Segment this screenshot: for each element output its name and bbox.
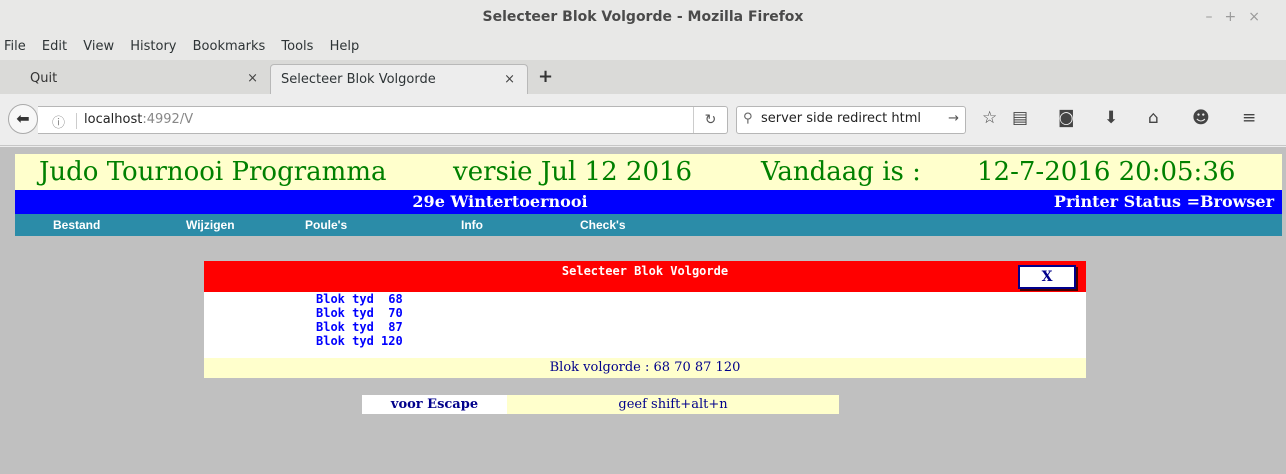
- tab-label: Quit: [30, 71, 58, 86]
- menu-help[interactable]: Help: [330, 34, 360, 60]
- menu-edit[interactable]: Edit: [42, 34, 67, 60]
- search-input[interactable]: [761, 111, 943, 126]
- version-label: versie Jul 12 2016: [453, 157, 693, 187]
- download-icon[interactable]: ⬇: [1104, 108, 1118, 128]
- tab-quit[interactable]: Quit ×: [20, 64, 270, 94]
- url-path: :4992/V: [142, 112, 194, 127]
- menu-tools[interactable]: Tools: [281, 34, 313, 60]
- reading-list-icon[interactable]: ▤: [1012, 108, 1028, 128]
- info-icon[interactable]: ⓘ: [52, 112, 65, 131]
- escape-label: voor Escape: [362, 395, 507, 414]
- arrow-right-icon[interactable]: →: [948, 111, 959, 126]
- dialog-header: Selecteer Blok Volgorde X: [204, 261, 1086, 292]
- blok-item[interactable]: Blok tyd 70: [316, 307, 403, 320]
- window-titlebar: Selecteer Blok Volgorde - Mozilla Firefo…: [0, 0, 1286, 34]
- menu-history[interactable]: History: [130, 34, 176, 60]
- close-tab-icon[interactable]: ×: [247, 64, 258, 94]
- datetime-value: 12-7-2016 20:05:36: [977, 157, 1236, 187]
- tournament-name: 29e Wintertoernooi: [412, 192, 588, 211]
- url-separator: [76, 113, 77, 129]
- app-menu: Bestand Wijzigen Poule's Info Check's: [15, 214, 1282, 236]
- menu-bookmarks[interactable]: Bookmarks: [193, 34, 266, 60]
- tab-selecteer-blok-volgorde[interactable]: Selecteer Blok Volgorde ×: [270, 64, 528, 94]
- url-host: localhost: [84, 112, 143, 127]
- window-title: Selecteer Blok Volgorde - Mozilla Firefo…: [482, 9, 804, 25]
- maximize-button[interactable]: +: [1225, 9, 1249, 25]
- escape-hint: geef shift+alt+n: [507, 395, 839, 414]
- menu-checks[interactable]: Check's: [580, 214, 626, 236]
- page-content: Judo Tournooi Programma versie Jul 12 20…: [0, 147, 1286, 474]
- window-controls: –+×: [1206, 9, 1272, 25]
- star-icon[interactable]: ☆: [982, 108, 997, 128]
- menu-wijzigen[interactable]: Wijzigen: [186, 214, 235, 236]
- close-window-button[interactable]: ×: [1248, 9, 1272, 25]
- tab-label: Selecteer Blok Volgorde: [281, 72, 436, 87]
- menu-info[interactable]: Info: [461, 214, 483, 236]
- tab-bar: Quit × Selecteer Blok Volgorde ×: [0, 60, 1286, 94]
- search-icon: ⚲: [743, 111, 753, 126]
- chat-icon[interactable]: ☻: [1192, 108, 1210, 128]
- search-bar[interactable]: ⚲ →: [736, 106, 966, 134]
- menu-view[interactable]: View: [83, 34, 114, 60]
- navigation-bar: ⬅ ⓘ localhost:4992/V ↻ ⚲ → ☆ ▤ ◙ ⬇ ⌂ ☻ ≡: [0, 94, 1286, 146]
- app-name: Judo Tournooi Programma: [39, 157, 387, 187]
- dialog-body: Blok tyd 68 Blok tyd 70 Blok tyd 87 Blok…: [204, 292, 1086, 358]
- back-arrow-icon[interactable]: ⬅: [8, 104, 38, 134]
- hamburger-icon[interactable]: ≡: [1242, 108, 1256, 128]
- close-tab-icon[interactable]: ×: [504, 65, 515, 95]
- program-header: Judo Tournooi Programma versie Jul 12 20…: [15, 154, 1282, 190]
- dialog-close-button[interactable]: X: [1018, 265, 1076, 289]
- menu-file[interactable]: File: [4, 34, 26, 60]
- today-label: Vandaag is :: [761, 157, 921, 187]
- menu-bestand[interactable]: Bestand: [53, 214, 100, 236]
- menu-poules[interactable]: Poule's: [305, 214, 347, 236]
- new-tab-button[interactable]: +: [538, 66, 553, 88]
- blok-item[interactable]: Blok tyd 87: [316, 321, 403, 334]
- printer-status: Printer Status =Browser: [1053, 192, 1274, 211]
- home-icon[interactable]: ⌂: [1148, 108, 1159, 128]
- dialog-title: Selecteer Blok Volgorde: [561, 264, 729, 278]
- blok-item[interactable]: Blok tyd 68: [316, 293, 403, 306]
- blok-order-summary: Blok volgorde : 68 70 87 120: [204, 358, 1086, 378]
- minimize-button[interactable]: –: [1206, 9, 1225, 25]
- url-bar[interactable]: ⓘ localhost:4992/V ↻: [38, 106, 728, 134]
- url-text[interactable]: localhost:4992/V: [84, 112, 193, 127]
- pocket-icon[interactable]: ◙: [1058, 108, 1075, 128]
- reload-icon[interactable]: ↻: [693, 107, 727, 133]
- tournament-bar: 29e Wintertoernooi Printer Status =Brows…: [15, 190, 1282, 214]
- blok-item[interactable]: Blok tyd 120: [316, 335, 403, 348]
- menubar: File Edit View History Bookmarks Tools H…: [0, 34, 1286, 60]
